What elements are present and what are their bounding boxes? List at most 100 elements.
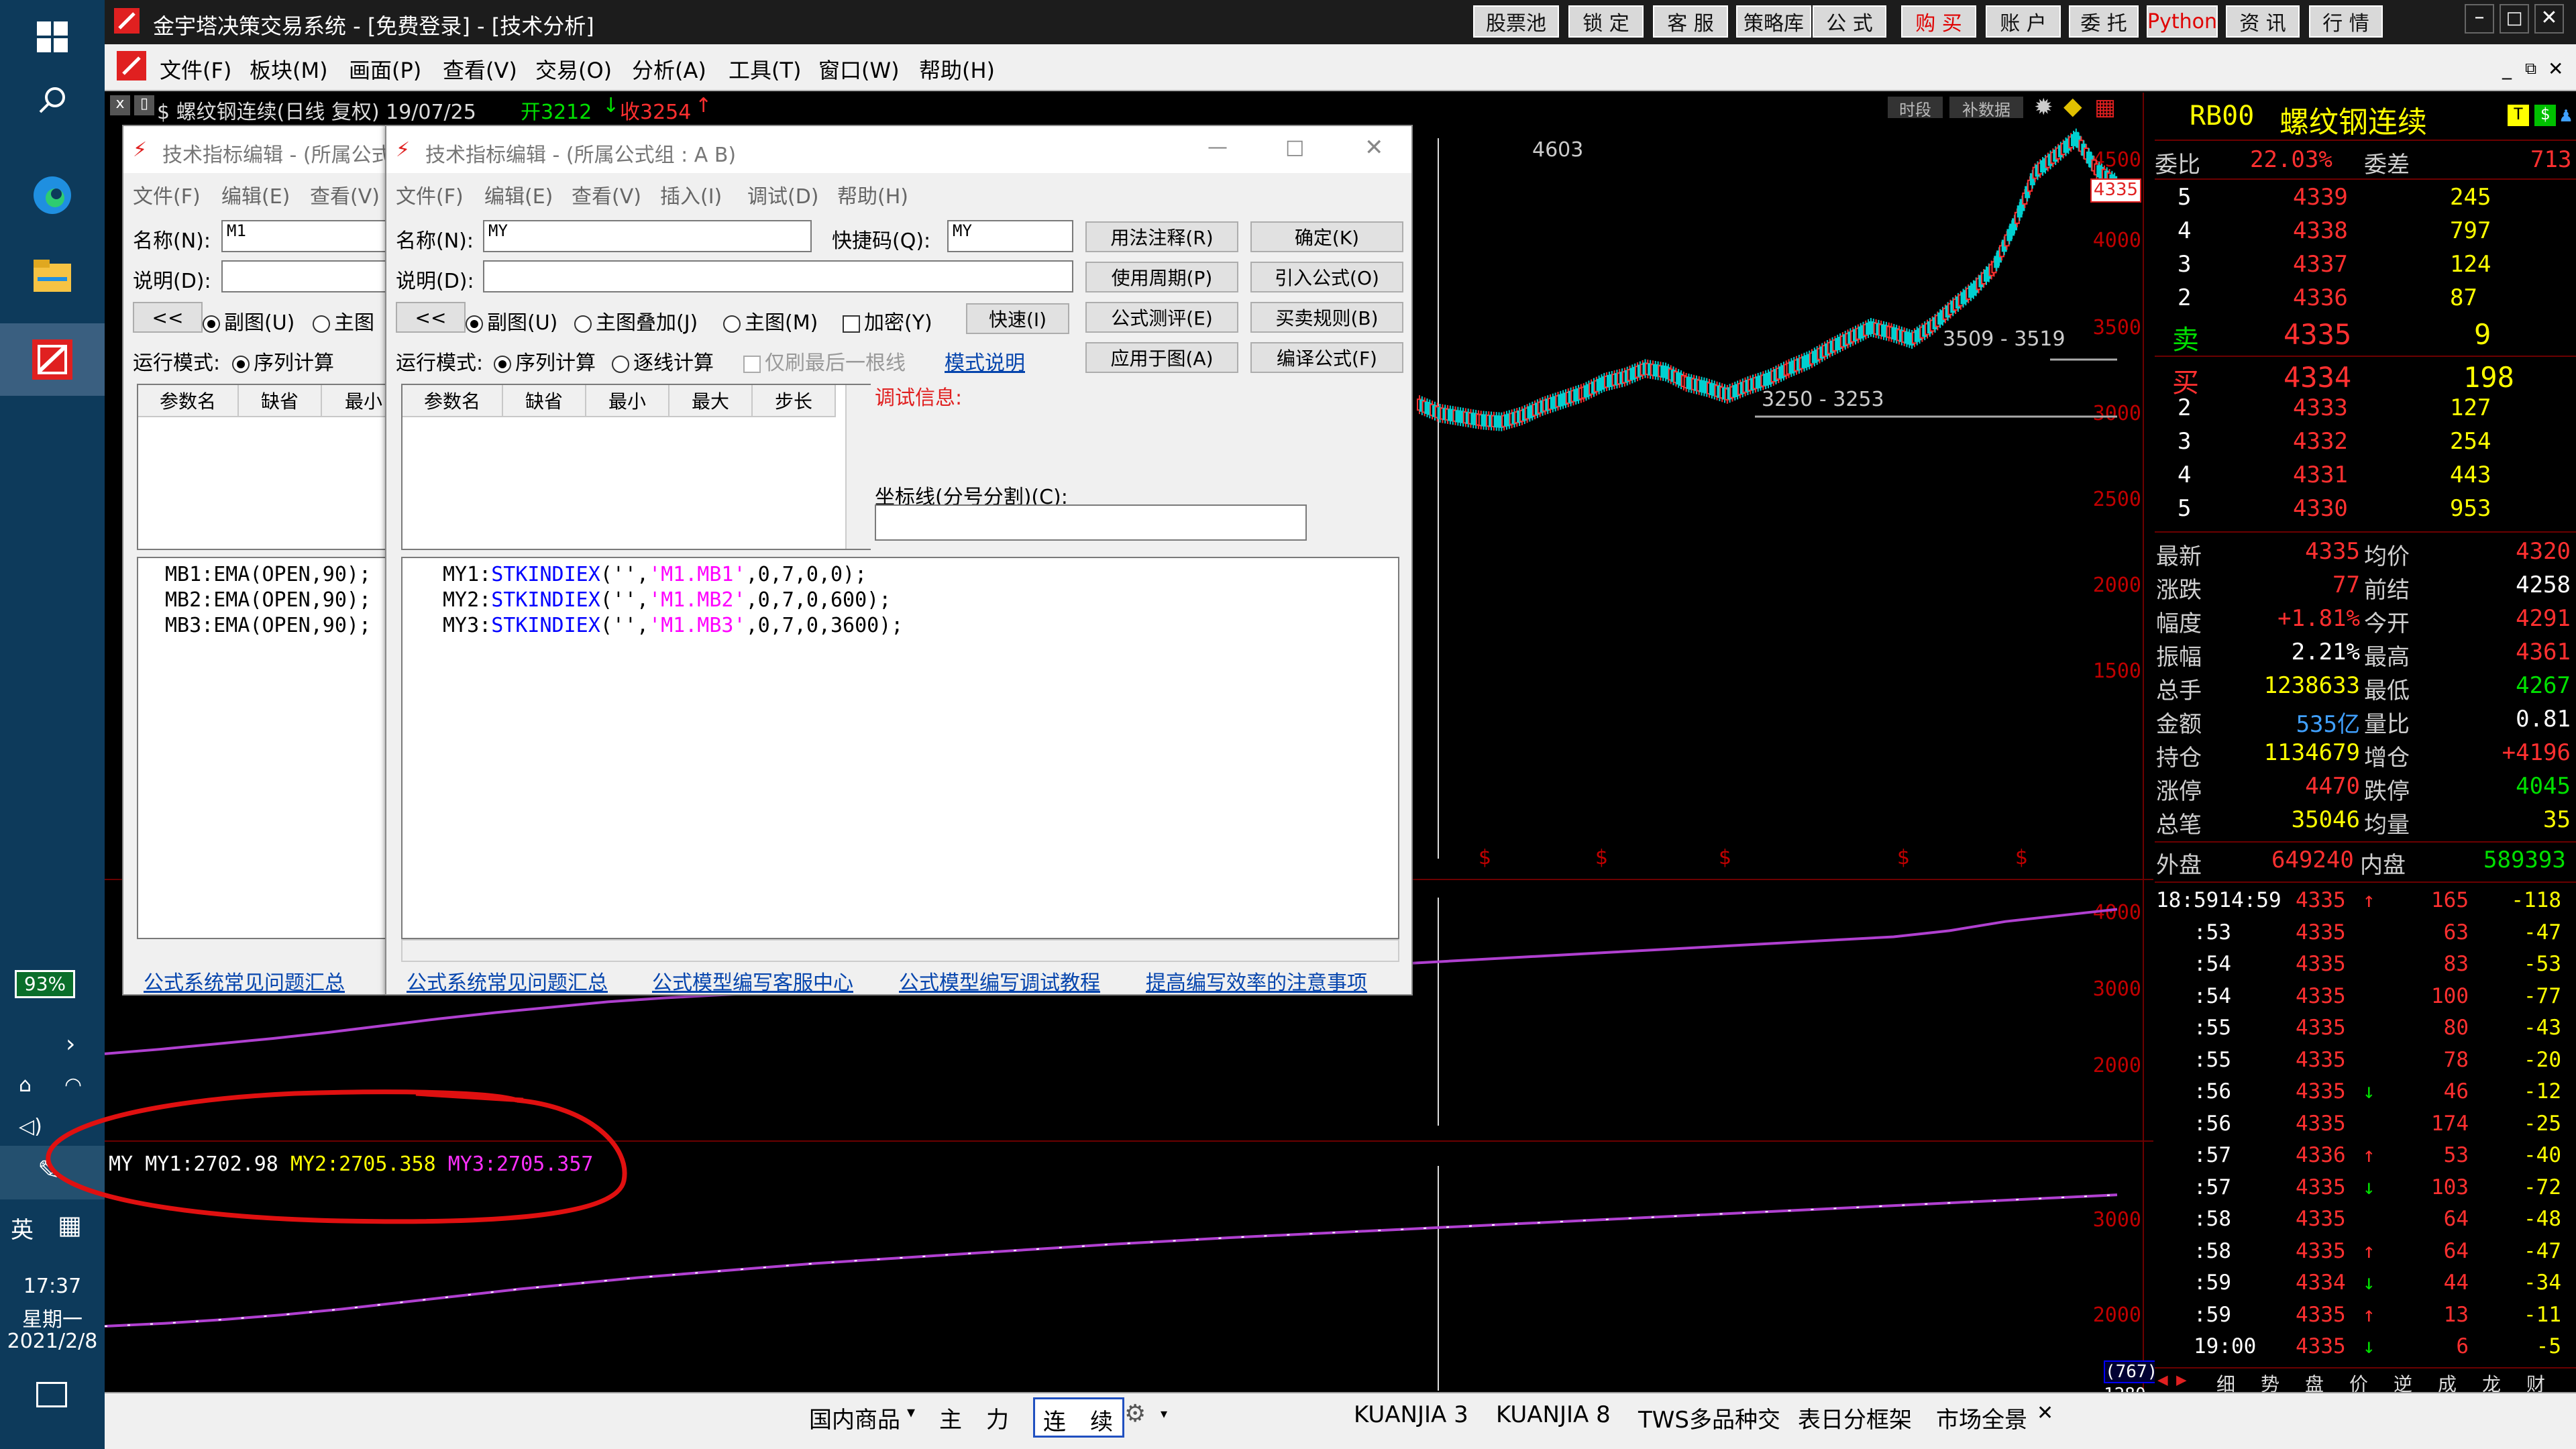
menu-view[interactable]: 查看(V) [443, 54, 517, 85]
trading-app-icon[interactable] [0, 323, 105, 396]
quick-button[interactable]: 行 情 [2309, 5, 2383, 38]
dialog1-titlebar[interactable]: ⚡ 技术指标编辑 - (所属公式 [123, 126, 402, 173]
bid-row[interactable]: 2 4333 127 [2155, 394, 2576, 428]
minimize-button[interactable]: – [2465, 4, 2494, 34]
menu-screen[interactable]: 画面(P) [349, 54, 421, 85]
quick-button[interactable]: 公 式 [1813, 5, 1886, 38]
dialog2-mode-each[interactable]: 逐线计算 [612, 346, 714, 376]
settings-gear-icon[interactable]: ⚙ [1124, 1400, 1146, 1428]
tab-tws[interactable]: TWS多品种交 [1638, 1401, 1780, 1434]
dialog2-action-button[interactable]: 确定(K) [1250, 221, 1403, 252]
dialog2-radio-sub[interactable]: 副图(U) [466, 306, 557, 335]
volume-icon[interactable]: ◁) [19, 1115, 42, 1138]
dialog1-param-grid[interactable]: 参数名 缺省 最小 [137, 384, 407, 550]
clock-time[interactable]: 17:37 [0, 1275, 105, 1298]
bid-row[interactable]: 5 4330 953 [2155, 495, 2576, 529]
dialog1-radio-sub[interactable]: 副图(U) [203, 306, 294, 335]
indicator-editor-dialog-my[interactable]: ⚡ 技术指标编辑 - (所属公式组 : A B) — □ ✕ 文件(F) 编辑(… [385, 125, 1413, 996]
ime-indicator[interactable]: 英 [11, 1212, 34, 1244]
quick-button[interactable]: 账 户 [1986, 5, 2061, 38]
search-icon[interactable] [19, 70, 86, 130]
tab-kuanjia-8[interactable]: KUANJIA 8 [1496, 1401, 1611, 1428]
dialog2-minimize-button[interactable]: — [1208, 136, 1228, 159]
ask-row[interactable]: 3 4337 124 [2155, 251, 2576, 284]
dialog2-action-button[interactable]: 编译公式(F) [1250, 342, 1403, 373]
close-button[interactable]: ✕ [2534, 4, 2564, 34]
s-icon[interactable]: $ [2534, 105, 2556, 126]
dialog2-grid-scrollbar[interactable] [845, 385, 871, 549]
dialog2-tutorial-link[interactable]: 公式模型编写调试教程 [899, 966, 1100, 996]
dialog2-action-button[interactable]: 买卖规则(B) [1250, 302, 1403, 333]
dialog2-axis-field[interactable] [875, 504, 1307, 541]
dialog2-radio-overlay[interactable]: 主图叠加(J) [574, 306, 698, 335]
edge-browser-icon[interactable] [19, 165, 86, 225]
dialog2-param-grid[interactable]: 参数名 缺省 最小 最大 步长 [401, 384, 871, 550]
t-icon[interactable]: T [2508, 105, 2529, 126]
dialog2-faq-link[interactable]: 公式系统常见问题汇总 [407, 966, 608, 996]
windows-start-icon[interactable] [19, 7, 86, 67]
file-explorer-icon[interactable] [19, 246, 86, 306]
settings-dropdown-icon[interactable]: ▾ [1161, 1405, 1167, 1421]
dialog1-collapse-button[interactable]: << [133, 302, 203, 333]
ask-row[interactable]: 4 4338 797 [2155, 217, 2576, 251]
tab-continuous[interactable]: 连 续 [1033, 1397, 1124, 1438]
dialog2-hotkey-field[interactable]: MY [947, 220, 1073, 252]
dialog2-menu-edit[interactable]: 编辑(E) [484, 180, 553, 209]
dialog2-collapse-button[interactable]: << [396, 302, 466, 333]
tab-daily-frame[interactable]: 表日分框架 [1798, 1401, 1912, 1434]
menu-analysis[interactable]: 分析(A) [632, 54, 706, 85]
quick-button[interactable]: 资 讯 [2226, 5, 2300, 38]
dialog2-maximize-button[interactable]: □ [1285, 136, 1304, 159]
network-icon[interactable]: ⌂ [19, 1073, 32, 1097]
quick-button[interactable]: 客 服 [1653, 5, 1728, 38]
dialog2-action-button[interactable]: 用法注释(R) [1085, 221, 1238, 252]
dialog1-menu-view[interactable]: 查看(V) [310, 180, 380, 209]
dialog2-fast-button[interactable]: 快速(I) [966, 303, 1069, 334]
menu-sector[interactable]: 板块(M) [250, 54, 328, 85]
tab-kuanjia-3[interactable]: KUANJIA 3 [1354, 1401, 1468, 1428]
dialog2-last-bar-checkbox[interactable]: 仅刷最后一根线 [743, 346, 906, 376]
mdi-close-button[interactable]: ✕ [2548, 58, 2563, 80]
dialog2-menu-view[interactable]: 查看(V) [572, 180, 641, 209]
tab-prev-icon[interactable]: ◀ [2157, 1370, 2168, 1390]
indicator-editor-dialog-m1[interactable]: ⚡ 技术指标编辑 - (所属公式 文件(F) 编辑(E) 查看(V) 名称(N)… [122, 125, 407, 996]
dialog2-menu-debug[interactable]: 调试(D) [747, 180, 819, 209]
tab-main-2[interactable]: 力 [986, 1401, 1009, 1434]
dialog1-menu-edit[interactable]: 编辑(E) [221, 180, 290, 209]
dialog2-close-button[interactable]: ✕ [1364, 134, 1384, 161]
tab-main-1[interactable]: 主 [939, 1401, 962, 1434]
quick-button[interactable]: 购 买 [1901, 5, 1976, 38]
menu-trade[interactable]: 交易(O) [535, 54, 612, 85]
dialog2-hscrollbar[interactable] [401, 939, 1399, 962]
dialog1-name-field[interactable]: M1 [221, 220, 405, 252]
dialog2-tips-link[interactable]: 提高编写效率的注意事项 [1146, 966, 1367, 996]
tab-close-icon[interactable]: ✕ [2037, 1401, 2053, 1425]
dialog2-radio-main[interactable]: 主图(M) [723, 306, 818, 335]
dialog2-menu-insert[interactable]: 插入(I) [660, 180, 722, 209]
dialog1-menu-file[interactable]: 文件(F) [133, 180, 201, 209]
dialog2-mode-seq[interactable]: 序列计算 [494, 346, 596, 376]
ask-row[interactable]: 5 4339 245 [2155, 184, 2576, 217]
quick-button[interactable]: 策略库 [1736, 5, 1811, 38]
tab-market-overview[interactable]: 市场全景 [1936, 1401, 2027, 1434]
menu-tools[interactable]: 工具(T) [729, 54, 802, 85]
user-icon[interactable]: ♟ [2560, 103, 2572, 127]
dialog2-menu-help[interactable]: 帮助(H) [837, 180, 908, 209]
maximize-button[interactable]: □ [2500, 4, 2529, 34]
dialog2-action-button[interactable]: 引入公式(O) [1250, 262, 1403, 292]
tab-domestic-commodity[interactable]: 国内商品 [809, 1401, 900, 1434]
menu-window[interactable]: 窗口(W) [818, 54, 900, 85]
dialog2-desc-field[interactable] [483, 260, 1073, 292]
dialog2-action-button[interactable]: 使用周期(P) [1085, 262, 1238, 292]
menu-help[interactable]: 帮助(H) [919, 54, 995, 85]
quick-button[interactable]: 锁 定 [1568, 5, 1644, 38]
mdi-minimize-button[interactable]: _ [2502, 58, 2512, 80]
dialog2-titlebar[interactable]: ⚡ 技术指标编辑 - (所属公式组 : A B) — □ ✕ [386, 126, 1411, 173]
tab-next-icon[interactable]: ▶ [2176, 1370, 2187, 1390]
dialog1-desc-field[interactable] [221, 260, 405, 292]
dialog1-code-editor[interactable]: MB1:EMA(OPEN,90); MB2:EMA(OPEN,90); MB3:… [137, 557, 405, 939]
dialog2-support-link[interactable]: 公式模型编写客服中心 [652, 966, 853, 996]
chevron-right-icon[interactable]: › [66, 1030, 75, 1058]
quick-button[interactable]: 委 托 [2069, 5, 2139, 38]
dialog2-mode-help-link[interactable]: 模式说明 [945, 346, 1025, 376]
